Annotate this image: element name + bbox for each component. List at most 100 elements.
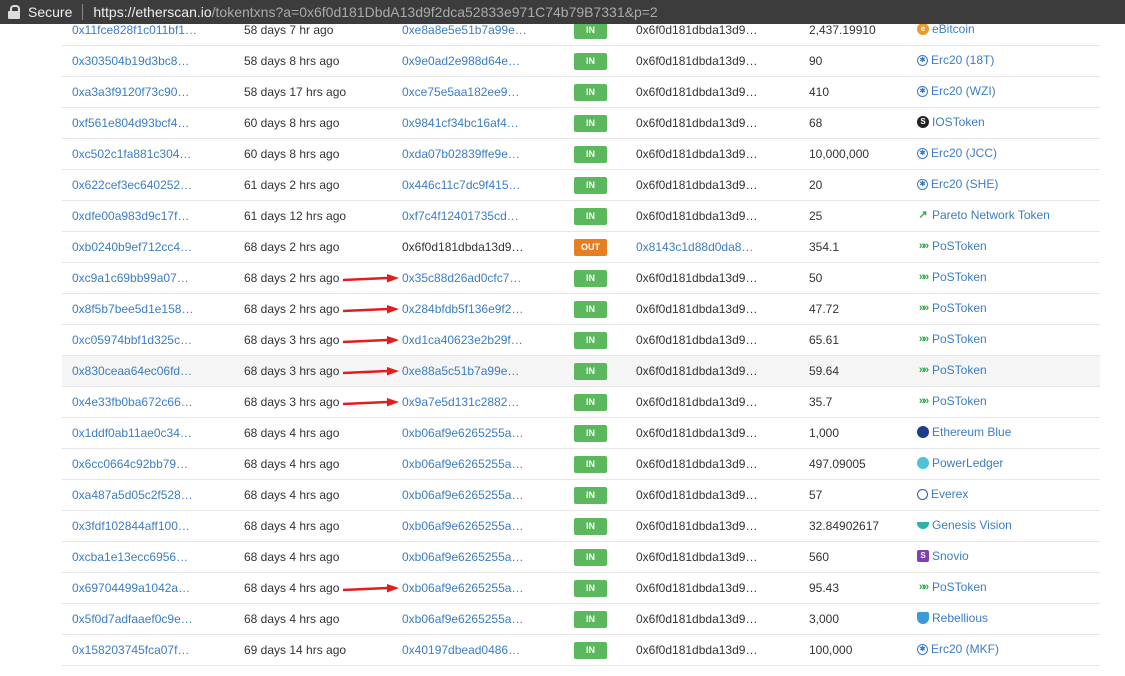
- table-row: 0x4e33fb0ba672c66… 68 days 3 hrs ago 0x9a…: [62, 387, 1100, 418]
- token-link[interactable]: ✱ Erc20 (WZI): [917, 84, 996, 98]
- value-text: 410: [809, 85, 830, 99]
- value-text: 100,000: [809, 643, 853, 657]
- age-text: 69 days 14 hrs ago: [244, 643, 347, 657]
- token-link[interactable]: Genesis Vision: [917, 518, 1012, 532]
- to-address: 0x6f0d181dbda13d9…: [636, 488, 758, 502]
- token-name: Pareto Network Token: [932, 208, 1050, 222]
- token-link[interactable]: ↗ Pareto Network Token: [917, 208, 1050, 222]
- txn-hash-link[interactable]: 0xb0240b9ef712cc4…: [72, 240, 192, 254]
- token-link[interactable]: PowerLedger: [917, 456, 1003, 470]
- txn-hash-link[interactable]: 0x830ceaa64ec06fd…: [72, 364, 192, 378]
- postoken-icon: »»: [918, 364, 929, 376]
- to-address-link[interactable]: 0x8143c1d88d0da8…: [636, 240, 753, 254]
- from-address-link[interactable]: 0x9a7e5d131c2882…: [402, 395, 519, 409]
- txn-hash-link[interactable]: 0x69704499a1042a…: [72, 581, 190, 595]
- direction-badge: IN: [574, 53, 607, 70]
- token-link[interactable]: »» PoSToken: [917, 332, 987, 346]
- from-address-link[interactable]: 0x40197dbead0486…: [402, 643, 520, 657]
- token-link[interactable]: S Snovio: [917, 549, 969, 563]
- postoken-icon: »»: [918, 302, 929, 314]
- red-arrow-annotation: [342, 398, 399, 407]
- token-link[interactable]: Everex: [917, 487, 968, 501]
- from-address-link[interactable]: 0xb06af9e6265255a…: [402, 426, 523, 440]
- from-address-link[interactable]: 0xb06af9e6265255a…: [402, 550, 523, 564]
- token-name: PoSToken: [932, 580, 987, 594]
- token-link[interactable]: S IOSToken: [917, 115, 985, 129]
- age-text: 68 days 4 hrs ago: [244, 519, 340, 533]
- pareto-icon: ↗: [918, 209, 928, 221]
- txn-hash-link[interactable]: 0x3fdf102844aff100…: [72, 519, 190, 533]
- token-link[interactable]: »» PoSToken: [917, 301, 987, 315]
- token-link[interactable]: ✱ Erc20 (SHE): [917, 177, 998, 191]
- direction-badge: OUT: [574, 239, 607, 256]
- txn-hash-link[interactable]: 0x4e33fb0ba672c66…: [72, 395, 193, 409]
- txn-hash-link[interactable]: 0xc05974bbf1d325c…: [72, 333, 192, 347]
- token-link[interactable]: Rebellious: [917, 611, 988, 625]
- txn-hash-link[interactable]: 0x5f0d7adfaaef0c9e…: [72, 612, 193, 626]
- txn-hash-link[interactable]: 0xf561e804d93bcf4…: [72, 116, 189, 130]
- to-address: 0x6f0d181dbda13d9…: [636, 550, 758, 564]
- from-address-link[interactable]: 0xb06af9e6265255a…: [402, 612, 523, 626]
- token-link[interactable]: ✱ Erc20 (18T): [917, 53, 994, 67]
- from-address-link[interactable]: 0xd1ca40623e2b29f…: [402, 333, 523, 347]
- txn-hash-link[interactable]: 0x6cc0664c92bb79…: [72, 457, 188, 471]
- txn-hash-link[interactable]: 0x303504b19d3bc8…: [72, 54, 189, 68]
- from-address-link[interactable]: 0xb06af9e6265255a…: [402, 519, 523, 533]
- txn-hash-link[interactable]: 0xc9a1c69bb99a07…: [72, 271, 189, 285]
- age-text: 68 days 3 hrs ago: [244, 364, 340, 378]
- postoken-icon: »»: [918, 333, 929, 345]
- red-arrow-annotation: [342, 336, 399, 345]
- txn-hash-link[interactable]: 0xc502c1fa881c304…: [72, 147, 191, 161]
- age-text: 61 days 12 hrs ago: [244, 209, 347, 223]
- direction-badge: IN: [574, 394, 607, 411]
- token-link[interactable]: »» PoSToken: [917, 363, 987, 377]
- txn-hash-link[interactable]: 0x11fce828f1c011bf1…: [72, 23, 197, 37]
- token-link[interactable]: »» PoSToken: [917, 580, 987, 594]
- token-link[interactable]: »» PoSToken: [917, 394, 987, 408]
- direction-badge: IN: [574, 363, 607, 380]
- from-address-link[interactable]: 0xda07b02839ffe9e…: [402, 147, 520, 161]
- txn-hash-link[interactable]: 0xdfe00a983d9c17f…: [72, 209, 189, 223]
- direction-badge: IN: [574, 580, 607, 597]
- to-address: 0x6f0d181dbda13d9…: [636, 612, 758, 626]
- table-row: 0x303504b19d3bc8… 58 days 8 hrs ago 0x9e0a…: [62, 46, 1100, 77]
- token-link[interactable]: ✱ Erc20 (MKF): [917, 642, 999, 656]
- from-address-link[interactable]: 0x446c11c7dc9f415…: [402, 178, 521, 192]
- from-address-link[interactable]: 0xb06af9e6265255a…: [402, 488, 523, 502]
- to-address: 0x6f0d181dbda13d9…: [636, 333, 758, 347]
- token-name: Snovio: [932, 549, 969, 563]
- postoken-icon: »»: [918, 271, 929, 283]
- direction-badge: IN: [574, 270, 607, 287]
- postoken-icon: »»: [918, 240, 929, 252]
- from-address-link[interactable]: 0x35c88d26ad0cfc7…: [402, 271, 521, 285]
- from-address-link[interactable]: 0xe88a5c51b7a99e…: [402, 364, 519, 378]
- from-address-link[interactable]: 0xe8a8e5e51b7a99e…: [402, 23, 527, 37]
- txn-hash-link[interactable]: 0x622cef3ec640252…: [72, 178, 192, 192]
- from-address-link[interactable]: 0x9841cf34bc16af4…: [402, 116, 519, 130]
- txn-hash-link[interactable]: 0x8f5b7bee5d1e158…: [72, 302, 193, 316]
- token-name: PoSToken: [932, 301, 987, 315]
- from-address-link[interactable]: 0x9e0ad2e988d64e…: [402, 54, 520, 68]
- from-address-link[interactable]: 0xf7c4f12401735cd…: [402, 209, 519, 223]
- token-link[interactable]: »» PoSToken: [917, 239, 987, 253]
- txn-hash-link[interactable]: 0x158203745fca07f…: [72, 643, 189, 657]
- from-address-link[interactable]: 0xb06af9e6265255a…: [402, 581, 523, 595]
- from-address-link[interactable]: 0xb06af9e6265255a…: [402, 457, 523, 471]
- browser-address-bar[interactable]: Secure https://etherscan.io/tokentxns?a=…: [0, 0, 1125, 24]
- url-text[interactable]: https://etherscan.io/tokentxns?a=0x6f0d1…: [93, 4, 657, 20]
- txn-hash-link[interactable]: 0x1ddf0ab11ae0c34…: [72, 426, 192, 440]
- from-address-link[interactable]: 0x284bfdb5f136e9f2…: [402, 302, 523, 316]
- table-row: 0x3fdf102844aff100… 68 days 4 hrs ago 0xb0…: [62, 511, 1100, 542]
- from-address-link[interactable]: 0xce75e5aa182ee9…: [402, 85, 519, 99]
- txn-hash-link[interactable]: 0xa3a3f9120f73c90…: [72, 85, 189, 99]
- to-address: 0x6f0d181dbda13d9…: [636, 23, 758, 37]
- txn-hash-link[interactable]: 0xa487a5d05c2f528…: [72, 488, 193, 502]
- token-name: PoSToken: [932, 239, 987, 253]
- token-link[interactable]: Ethereum Blue: [917, 425, 1011, 439]
- to-address: 0x6f0d181dbda13d9…: [636, 209, 758, 223]
- txn-hash-link[interactable]: 0xcba1e13ecc6956…: [72, 550, 188, 564]
- token-link[interactable]: »» PoSToken: [917, 270, 987, 284]
- token-link[interactable]: ✱ Erc20 (JCC): [917, 146, 997, 160]
- token-link[interactable]: e eBitcoin: [917, 22, 975, 36]
- direction-badge: IN: [574, 611, 607, 628]
